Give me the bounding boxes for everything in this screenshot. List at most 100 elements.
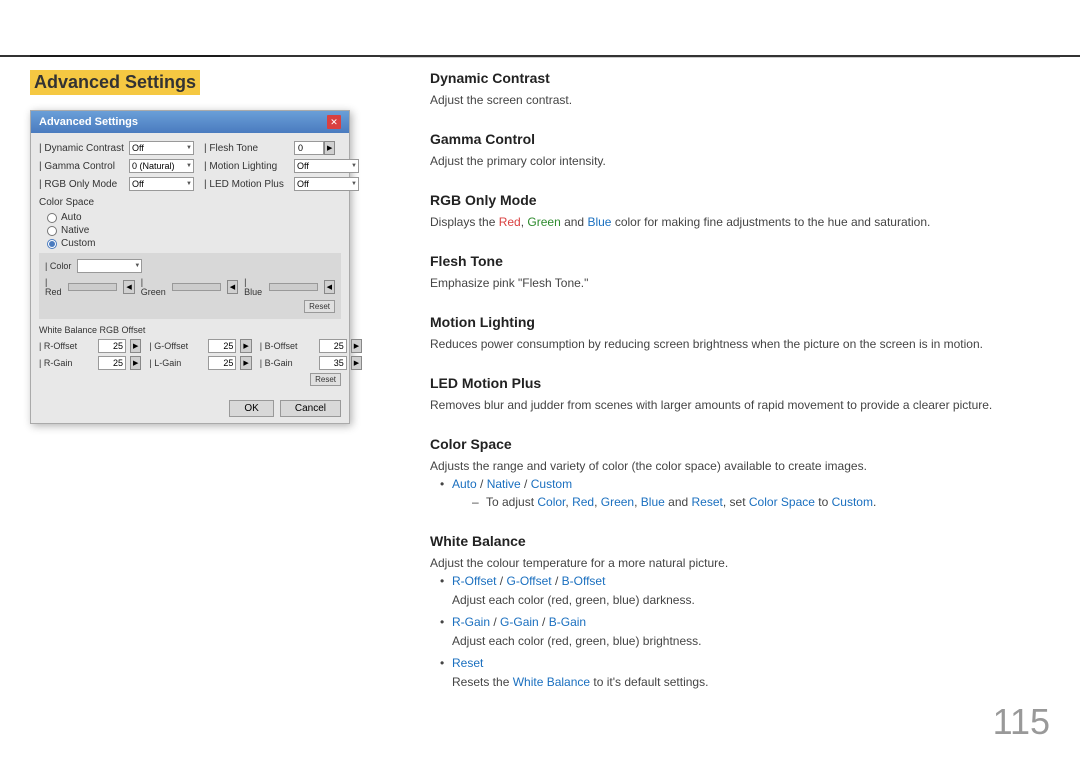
heading-white-balance: White Balance	[430, 533, 1050, 549]
color-space-section-label: Color Space	[39, 197, 341, 208]
dynamic-contrast-select[interactable]: Off	[129, 141, 194, 155]
section-rgb-only-mode: RGB Only Mode Displays the Red, Green an…	[430, 192, 1050, 231]
heading-gamma-control: Gamma Control	[430, 131, 1050, 147]
heading-led-motion-plus: LED Motion Plus	[430, 375, 1050, 391]
text-dynamic-contrast: Adjust the screen contrast.	[430, 91, 1050, 109]
g-offset-label: | G-Offset	[149, 341, 204, 351]
wb-reset-button[interactable]: Reset	[310, 373, 341, 386]
rgb-only-mode-label: | RGB Only Mode	[39, 179, 129, 190]
text-green: Green	[527, 215, 560, 229]
radio-auto-label: Auto	[61, 212, 82, 223]
heading-dynamic-contrast: Dynamic Contrast	[430, 70, 1050, 86]
dialog-titlebar: Advanced Settings ✕	[31, 111, 349, 133]
color-label-row: | Color	[45, 259, 335, 273]
blue-arrow[interactable]: ◀	[324, 280, 335, 294]
r-gain-input[interactable]	[98, 356, 126, 370]
heading-rgb-only-mode: RGB Only Mode	[430, 192, 1050, 208]
dialog-title: Advanced Settings	[39, 116, 138, 128]
r-offset-input[interactable]	[98, 339, 126, 353]
blue-track[interactable]	[269, 283, 318, 291]
bullet-auto-native-custom: Auto / Native / Custom To adjust Color, …	[440, 475, 1050, 511]
white-balance-bullets: R-Offset / G-Offset / B-Offset Adjust ea…	[440, 572, 1050, 691]
dialog-close-button[interactable]: ✕	[327, 115, 341, 129]
wb-section: White Balance RGB Offset | R-Offset ▶ | …	[39, 325, 341, 386]
motion-lighting-select-wrapper: Off	[294, 159, 359, 173]
left-panel: Advanced Settings Advanced Settings ✕ | …	[0, 0, 390, 763]
radio-custom: Custom	[47, 238, 341, 249]
color-select[interactable]	[77, 259, 142, 273]
link-auto: Auto	[452, 477, 477, 491]
green-track[interactable]	[172, 283, 221, 291]
color-field-label: | Color	[45, 261, 71, 271]
text-white-balance: Adjust the colour temperature for a more…	[430, 554, 1050, 572]
led-motion-plus-select[interactable]: Off	[294, 177, 359, 191]
flesh-tone-label: | Flesh Tone	[204, 143, 294, 154]
green-label: | Green	[141, 277, 166, 297]
text-rgb-only-mode: Displays the Red, Green and Blue color f…	[430, 213, 1050, 231]
page-number: 115	[993, 701, 1050, 743]
dialog-body: | Dynamic Contrast Off | Flesh Tone ▶ | …	[31, 133, 349, 394]
r-gain-label: | R-Gain	[39, 358, 94, 368]
gain-subtext: Adjust each color (red, green, blue) bri…	[452, 632, 1050, 650]
color-reset-button[interactable]: Reset	[304, 300, 335, 313]
l-gain-input[interactable]	[208, 356, 236, 370]
rgb-only-mode-select[interactable]: Off	[129, 177, 194, 191]
color-sliders-row: | Red ◀ | Green ◀ | Blue ◀	[45, 277, 335, 297]
link-custom: Custom	[531, 477, 572, 491]
b-gain-arrow[interactable]: ▶	[351, 356, 362, 370]
bullet-reset: Reset Resets the White Balance to it's d…	[440, 654, 1050, 691]
link-g-offset: G-Offset	[506, 574, 551, 588]
dialog-row-1: | Dynamic Contrast Off | Flesh Tone ▶	[39, 141, 341, 155]
link-r-offset: R-Offset	[452, 574, 496, 588]
ok-button[interactable]: OK	[229, 400, 273, 417]
right-panel: Dynamic Contrast Adjust the screen contr…	[390, 0, 1080, 763]
b-offset-arrow[interactable]: ▶	[351, 339, 362, 353]
heading-color-space: Color Space	[430, 436, 1050, 452]
red-track[interactable]	[68, 283, 117, 291]
section-flesh-tone: Flesh Tone Emphasize pink "Flesh Tone."	[430, 253, 1050, 292]
section-title: Advanced Settings	[30, 70, 200, 95]
flesh-tone-arrow[interactable]: ▶	[324, 141, 335, 155]
link-b-offset: B-Offset	[562, 574, 606, 588]
r-offset-arrow[interactable]: ▶	[130, 339, 141, 353]
wb-gain-row: | R-Gain ▶ | L-Gain ▶ | B-Gain ▶	[39, 356, 341, 370]
r-gain-arrow[interactable]: ▶	[130, 356, 141, 370]
link-b-gain: B-Gain	[549, 615, 586, 629]
red-arrow[interactable]: ◀	[123, 280, 134, 294]
g-offset-arrow[interactable]: ▶	[240, 339, 251, 353]
bullet-gains: R-Gain / G-Gain / B-Gain Adjust each col…	[440, 613, 1050, 650]
cancel-button[interactable]: Cancel	[280, 400, 341, 417]
gamma-control-label: | Gamma Control	[39, 161, 129, 172]
text-red: Red	[499, 215, 521, 229]
l-gain-arrow[interactable]: ▶	[240, 356, 251, 370]
led-motion-plus-label: | LED Motion Plus	[204, 179, 294, 190]
radio-auto-input[interactable]	[47, 213, 57, 223]
l-gain-label: | L-Gain	[149, 358, 204, 368]
flesh-tone-input[interactable]	[294, 141, 324, 155]
link-native: Native	[487, 477, 521, 491]
section-motion-lighting: Motion Lighting Reduces power consumptio…	[430, 314, 1050, 353]
section-gamma-control: Gamma Control Adjust the primary color i…	[430, 131, 1050, 170]
motion-lighting-select[interactable]: Off	[294, 159, 359, 173]
dynamic-contrast-select-wrapper: Off	[129, 141, 194, 155]
text-gamma-control: Adjust the primary color intensity.	[430, 152, 1050, 170]
text-flesh-tone: Emphasize pink "Flesh Tone."	[430, 274, 1050, 292]
radio-native-input[interactable]	[47, 226, 57, 236]
radio-custom-input[interactable]	[47, 239, 57, 249]
radio-native-label: Native	[61, 225, 89, 236]
green-arrow[interactable]: ◀	[227, 280, 238, 294]
g-offset-input[interactable]	[208, 339, 236, 353]
rgb-only-mode-select-wrapper: Off	[129, 177, 194, 191]
reset-subtext: Resets the White Balance to it's default…	[452, 673, 1050, 691]
link-g-gain: G-Gain	[500, 615, 539, 629]
section-led-motion-plus: LED Motion Plus Removes blur and judder …	[430, 375, 1050, 414]
led-motion-plus-select-wrapper: Off	[294, 177, 359, 191]
b-gain-input[interactable]	[319, 356, 347, 370]
b-offset-input[interactable]	[319, 339, 347, 353]
text-blue: Blue	[587, 215, 611, 229]
dialog-footer: OK Cancel	[31, 394, 349, 423]
color-controls-area: | Color | Red ◀ | Green ◀ | Blue	[39, 253, 341, 319]
gamma-control-select[interactable]: 0 (Natural)	[129, 159, 194, 173]
heading-motion-lighting: Motion Lighting	[430, 314, 1050, 330]
b-gain-label: | B-Gain	[260, 358, 315, 368]
